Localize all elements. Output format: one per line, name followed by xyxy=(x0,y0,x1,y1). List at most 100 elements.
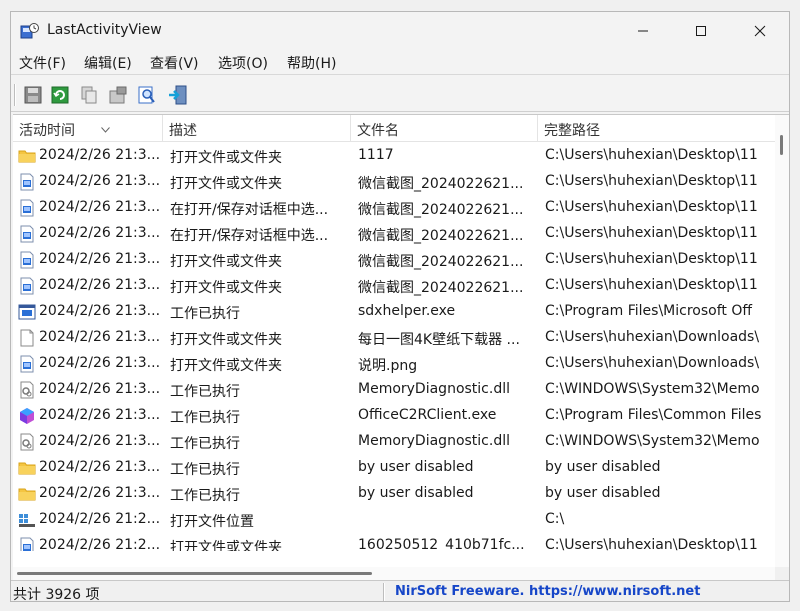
table-row[interactable]: 2024/2/26 21:3... 工作已执行 OfficeC2RClient.ex… xyxy=(13,403,775,429)
maximize-icon xyxy=(696,26,706,36)
menu-edit[interactable]: 编辑(E) xyxy=(84,53,132,73)
horizontal-scroll-thumb[interactable] xyxy=(17,572,372,575)
table-row[interactable]: 2024/2/26 21:3... 工作已执行 sdxhelper.exe C:\Pr… xyxy=(13,299,775,325)
description-cell: 打开文件或文件夹 xyxy=(170,332,282,348)
window-title: LastActivityView xyxy=(47,22,162,38)
blank-file-icon xyxy=(18,329,36,347)
description-cell: 打开文件或文件夹 xyxy=(170,176,282,192)
activity-time-cell: 2024/2/26 21:3... xyxy=(39,303,161,319)
description-cell: 打开文件或文件夹 xyxy=(170,540,282,551)
image-file-icon xyxy=(18,251,36,269)
minimize-button[interactable] xyxy=(614,12,672,50)
full-path-cell: C:\Users\huhexian\Downloads\ xyxy=(545,329,760,345)
table-row[interactable]: 2024/2/26 21:3... 工作已执行 MemoryDiagnostic.d… xyxy=(13,377,775,403)
table-row[interactable]: 2024/2/26 21:3... 打开文件或文件夹 1117 C:\Users\hu… xyxy=(13,143,775,169)
minimize-icon xyxy=(638,30,648,32)
description-cell: 在打开/保存对话框中选... xyxy=(170,228,329,244)
table-row[interactable]: 2024/2/26 21:3... 在打开/保存对话框中选... 微信截图_2024… xyxy=(13,195,775,221)
column-header-time[interactable]: 活动时间 xyxy=(13,115,163,142)
folder-file-icon xyxy=(18,147,36,165)
title-bar[interactable]: LastActivityView xyxy=(11,12,789,50)
exe-file-icon xyxy=(18,303,36,321)
full-path-cell: C:\WINDOWS\System32\Memo xyxy=(545,381,760,397)
column-label: 完整路径 xyxy=(544,123,600,139)
filename-cell: 说明.png xyxy=(358,358,418,374)
filename-cell: MemoryDiagnostic.dll xyxy=(358,381,510,397)
find-button[interactable] xyxy=(136,84,158,106)
table-row[interactable]: 2024/2/26 21:3... 工作已执行 by user disabled by… xyxy=(13,455,775,481)
activity-time-cell: 2024/2/26 21:2... xyxy=(39,511,161,527)
column-header-filename[interactable]: 文件名 xyxy=(351,115,538,142)
horizontal-scrollbar[interactable] xyxy=(13,567,775,580)
activity-time-cell: 2024/2/26 21:3... xyxy=(39,277,161,293)
image-file-icon xyxy=(18,199,36,217)
filename-cell: 微信截图_2024022621... xyxy=(358,176,524,192)
find-icon xyxy=(138,86,155,104)
description-cell: 工作已执行 xyxy=(170,462,240,478)
copy-button[interactable] xyxy=(78,84,100,106)
description-cell: 在打开/保存对话框中选... xyxy=(170,202,329,218)
description-cell: 打开文件位置 xyxy=(170,514,254,530)
filename-cell: 微信截图_2024022621... xyxy=(358,202,524,218)
menu-bar: 文件(F) 编辑(E) 查看(V) 选项(O) 帮助(H) xyxy=(11,50,789,75)
table-row[interactable]: 2024/2/26 21:3... 打开文件或文件夹 微信截图_2024022621… xyxy=(13,273,775,299)
filename-cell: MemoryDiagnostic.dll xyxy=(358,433,510,449)
activity-list[interactable]: 活动时间 描述 文件名 完整路径 2024/2/26 21:3... 打开文件或文… xyxy=(13,114,789,580)
column-label: 活动时间 xyxy=(19,123,75,139)
drive-file-icon xyxy=(18,511,36,529)
full-path-cell: C:\Users\huhexian\Desktop\11 xyxy=(545,251,758,267)
column-header-fullpath[interactable]: 完整路径 xyxy=(538,115,775,142)
menu-view[interactable]: 查看(V) xyxy=(150,53,199,73)
table-row[interactable]: 2024/2/26 21:3... 工作已执行 MemoryDiagnostic.d… xyxy=(13,429,775,455)
full-path-cell: C:\WINDOWS\System32\Memo xyxy=(545,433,760,449)
filename-cell: 1117 xyxy=(358,147,394,163)
table-row[interactable]: 2024/2/26 21:3... 打开文件或文件夹 说明.png C:\Users\… xyxy=(13,351,775,377)
vertical-scrollbar[interactable] xyxy=(775,115,789,567)
image-file-icon xyxy=(18,355,36,373)
folder-file-icon xyxy=(18,485,36,503)
table-row[interactable]: 2024/2/26 21:3... 在打开/保存对话框中选... 微信截图_2024… xyxy=(13,221,775,247)
table-row[interactable]: 2024/2/26 21:3... 打开文件或文件夹 每日一图4K壁纸下载器 ...… xyxy=(13,325,775,351)
menu-options[interactable]: 选项(O) xyxy=(218,53,268,73)
status-bar: 共计 3926 项 NirSoft Freeware. https://www.… xyxy=(11,580,789,602)
status-divider xyxy=(383,583,385,601)
save-button[interactable] xyxy=(22,84,44,106)
image-file-icon xyxy=(18,173,36,191)
list-header: 活动时间 描述 文件名 完整路径 xyxy=(13,115,775,142)
description-cell: 打开文件或文件夹 xyxy=(170,254,282,270)
full-path-cell: C:\ xyxy=(545,511,565,527)
maximize-button[interactable] xyxy=(672,12,730,50)
exit-button[interactable] xyxy=(167,84,189,106)
activity-time-cell: 2024/2/26 21:3... xyxy=(39,329,161,345)
activity-time-cell: 2024/2/26 21:3... xyxy=(39,199,161,215)
filename-cell: 160250512_410b71fc... xyxy=(358,537,525,551)
image-file-icon xyxy=(18,537,36,551)
filename-cell: 微信截图_2024022621... xyxy=(358,228,524,244)
toolbar-grip[interactable] xyxy=(14,84,16,106)
column-header-description[interactable]: 描述 xyxy=(163,115,351,142)
nirsoft-link[interactable]: NirSoft Freeware. https://www.nirsoft.ne… xyxy=(395,584,700,599)
vertical-scroll-thumb[interactable] xyxy=(780,135,783,155)
full-path-cell: C:\Users\huhexian\Desktop\11 xyxy=(545,147,758,163)
close-button[interactable] xyxy=(731,12,789,50)
dll-file-icon xyxy=(18,381,36,399)
full-path-cell: by user disabled xyxy=(545,485,661,501)
refresh-button[interactable] xyxy=(49,84,71,106)
copy-icon xyxy=(81,86,97,104)
table-row[interactable]: 2024/2/26 21:2... 打开文件或文件夹 160250512_410b7… xyxy=(13,533,775,551)
folder-file-icon xyxy=(18,459,36,477)
activity-time-cell: 2024/2/26 21:3... xyxy=(39,381,161,397)
close-icon xyxy=(754,25,766,37)
item-count: 共计 3926 项 xyxy=(13,587,100,602)
column-label: 文件名 xyxy=(357,123,399,139)
table-row[interactable]: 2024/2/26 21:3... 工作已执行 by user disabled by… xyxy=(13,481,775,507)
full-path-cell: C:\Users\huhexian\Desktop\11 xyxy=(545,537,758,551)
table-row[interactable]: 2024/2/26 21:3... 打开文件或文件夹 微信截图_2024022621… xyxy=(13,247,775,273)
table-row[interactable]: 2024/2/26 21:3... 打开文件或文件夹 微信截图_2024022621… xyxy=(13,169,775,195)
description-cell: 打开文件或文件夹 xyxy=(170,150,282,166)
properties-button[interactable] xyxy=(107,84,129,106)
menu-help[interactable]: 帮助(H) xyxy=(287,53,336,73)
table-row[interactable]: 2024/2/26 21:2... 打开文件位置 C:\ xyxy=(13,507,775,533)
description-cell: 工作已执行 xyxy=(170,488,240,504)
menu-file[interactable]: 文件(F) xyxy=(19,53,66,73)
